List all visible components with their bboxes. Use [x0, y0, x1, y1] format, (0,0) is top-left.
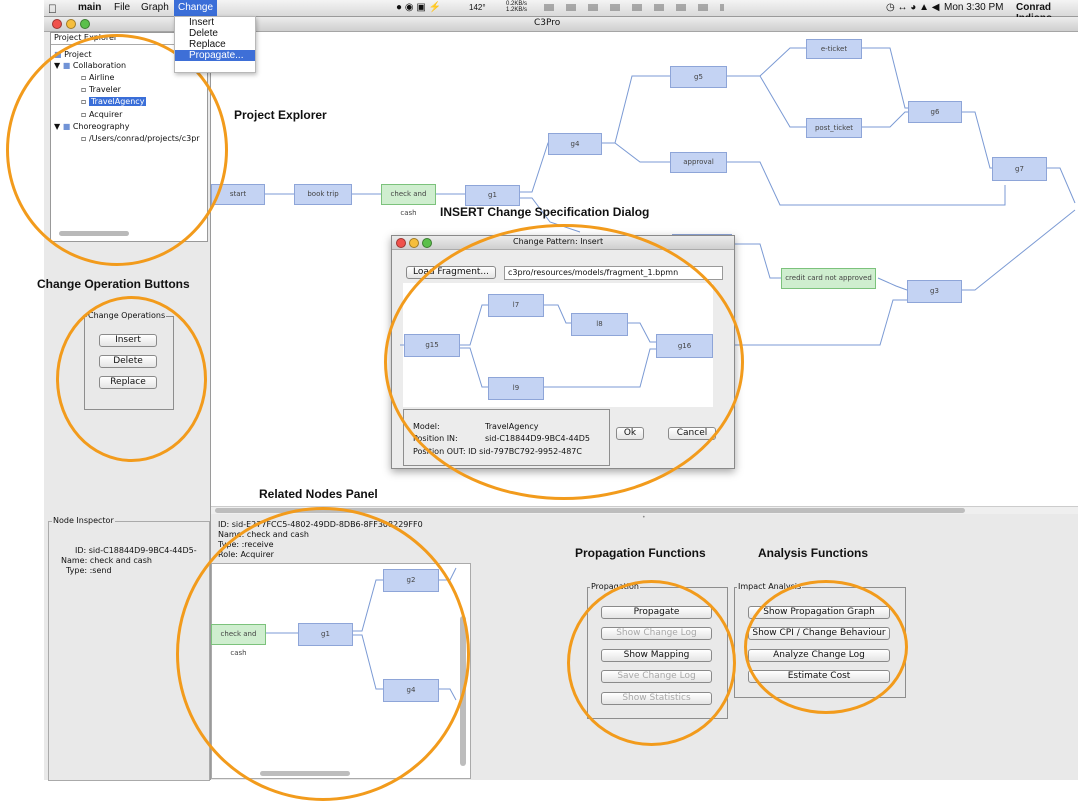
impact-analysis-group: Impact Analysis Show Propagation Graph S… [734, 582, 906, 698]
menu-item-replace[interactable]: Replace [175, 39, 255, 50]
impact-analysis-title: Impact Analysis [737, 582, 803, 591]
annotation-project-explorer: Project Explorer [234, 108, 327, 122]
show-mapping-button[interactable]: Show Mapping [601, 649, 712, 662]
show-propagation-graph-button[interactable]: Show Propagation Graph [748, 606, 890, 619]
show-change-log-button[interactable]: Show Change Log [601, 627, 712, 640]
menu-item-propagate[interactable]: Propagate... [175, 50, 255, 61]
change-menu: Insert Delete Replace Propagate... [174, 16, 256, 73]
related-edges [264, 567, 457, 701]
related-node-g1[interactable]: g1 [298, 623, 353, 646]
annotation-related-nodes: Related Nodes Panel [259, 487, 378, 501]
annotation-propagation: Propagation Functions [575, 546, 706, 560]
related-node-g2[interactable]: g2 [383, 569, 439, 592]
menu-item-delete[interactable]: Delete [175, 28, 255, 39]
related-node-check[interactable]: check and cash [211, 624, 266, 657]
annotation-change-buttons: Change Operation Buttons [37, 277, 190, 291]
annotation-analysis: Analysis Functions [758, 546, 869, 560]
propagation-title: Propagation [590, 582, 640, 591]
analyze-change-log-button[interactable]: Analyze Change Log [748, 649, 890, 662]
save-change-log-button[interactable]: Save Change Log [601, 670, 712, 683]
estimate-cost-button[interactable]: Estimate Cost [748, 670, 890, 683]
show-cpi-button[interactable]: Show CPI / Change Behaviour [748, 627, 890, 640]
propagate-button[interactable]: Propagate [601, 606, 712, 619]
annotation-insert-dialog: INSERT Change Specification Dialog [440, 205, 650, 219]
menu-item-insert[interactable]: Insert [175, 17, 255, 28]
propagation-group: Propagation Propagate Show Change Log Sh… [587, 582, 728, 719]
related-node-g4[interactable]: g4 [383, 679, 439, 702]
show-statistics-button[interactable]: Show Statistics [601, 692, 712, 705]
